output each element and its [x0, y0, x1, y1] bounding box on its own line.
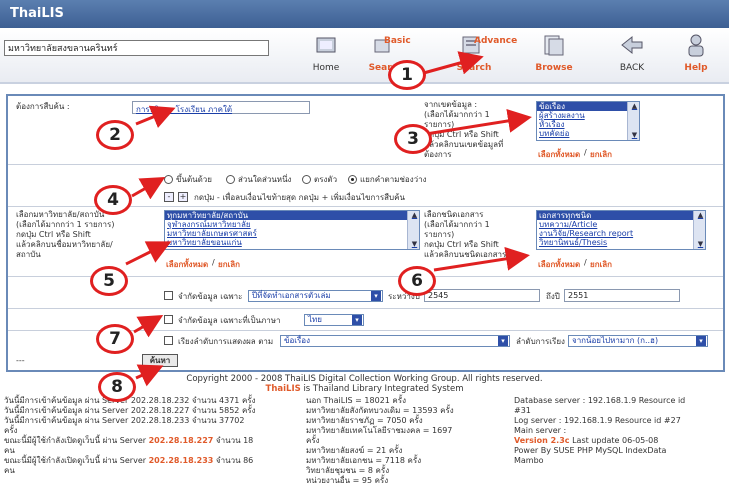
list-item[interactable]: วิทยานิพนธ์/Thesis	[537, 238, 705, 247]
list-item[interactable]: หัวเรื่อง	[537, 120, 639, 129]
annotation-marker-3: 3	[394, 124, 432, 154]
cancel-doc-types-link[interactable]: ยกเลิก	[590, 258, 612, 271]
help-person-icon	[688, 34, 704, 57]
browse-icon	[544, 35, 564, 56]
year-type-select[interactable]: ปีที่จัดทำเอกสารตัวเล่ม	[248, 290, 383, 302]
list-item[interactable]: บทคัดย่อ	[537, 129, 639, 138]
year-from-input[interactable]: 2545	[424, 289, 540, 302]
cancel-fields-link[interactable]: ยกเลิก	[590, 148, 612, 161]
footer-brand: ThaiLIS	[265, 384, 301, 394]
condition-hint: กดปุ่ม - เพื่อลบเงื่อนไขท้ายสุด กดปุ่ม +…	[194, 193, 405, 202]
list-item[interactable]: มหาวิทยาลัยเกษตรศาสตร์	[165, 229, 419, 238]
scrollbar[interactable]: ▲ ▼	[627, 102, 639, 140]
radio-label-4: แยกคำตามช่องว่าง	[360, 175, 427, 184]
cancel-institutions-link[interactable]: ยกเลิก	[218, 258, 240, 271]
field-label: จากเขตข้อมูล : (เลือกได้มากกว่า 1 รายการ…	[424, 100, 504, 159]
annotation-marker-7: 7	[96, 324, 134, 354]
scrollbar[interactable]: ▲ ▼	[407, 211, 419, 249]
add-condition-button[interactable]: +	[178, 192, 188, 202]
search-button[interactable]: ค้นหา	[142, 354, 178, 367]
radio-exact[interactable]	[302, 175, 311, 184]
annotation-marker-6: 6	[398, 266, 436, 296]
limit-year-label: จำกัดข้อมูล เฉพาะ	[178, 292, 243, 301]
radio-split-words[interactable]	[348, 175, 357, 184]
help-button[interactable]: Help	[670, 32, 722, 80]
select-all-doc-types-link[interactable]: เลือกทั้งหมด	[538, 258, 580, 271]
list-item[interactable]: งานวิจัย/Research report	[537, 229, 705, 238]
online-server-ip-2: 202.28.18.233	[148, 456, 214, 465]
divider	[8, 164, 723, 165]
server-info: Database server : 192.168.1.9 Resource i…	[514, 396, 686, 465]
sort-field-select[interactable]: ข้อเรื่อง	[280, 335, 510, 347]
search-label: ต้องการสืบค้น :	[16, 102, 70, 111]
sort-checkbox[interactable]	[164, 336, 173, 345]
to-year-label: ถึงปี	[546, 292, 560, 301]
back-button[interactable]: BACK	[606, 32, 658, 80]
browse-button[interactable]: Browse	[528, 32, 580, 80]
year-to-input[interactable]: 2551	[564, 289, 680, 302]
sort-label: เรียงลำดับการแสดงผล ตาม	[178, 337, 274, 346]
list-item[interactable]: จุฬาลงกรณ์มหาวิทยาลัย	[165, 220, 419, 229]
list-item[interactable]: ทุกมหาวิทยาลัย/สถาบัน	[165, 211, 419, 220]
institution-field[interactable]	[4, 40, 269, 56]
home-icon	[316, 37, 336, 53]
group-stats: นอก ThaiLIS = 18021 ครั้ง มหาวิทยาลัยสัง…	[306, 396, 454, 485]
slash-1: /	[584, 148, 587, 157]
back-arrow-icon	[621, 35, 643, 55]
help-label: Help	[684, 63, 708, 73]
version: Version 2.3c	[514, 436, 570, 445]
limit-year-checkbox[interactable]	[164, 291, 173, 300]
limit-language-checkbox[interactable]	[164, 315, 173, 324]
scrollbar[interactable]: ▲ ▼	[693, 211, 705, 249]
slash-3: /	[584, 258, 587, 267]
institution-label: เลือกมหาวิทยาลัย/สถาบัน (เลือกได้มากกว่า…	[16, 210, 115, 259]
app-title: ThaiLIS	[10, 6, 64, 21]
advance-search-label: Search	[456, 63, 492, 73]
divider	[8, 308, 723, 309]
doc-type-label: เลือกชนิดเอกสาร (เลือกได้มากกว่า 1 รายกา…	[424, 210, 507, 259]
list-item[interactable]: บทความ/Article	[537, 220, 705, 229]
advance-label: Advance	[474, 36, 518, 46]
list-item[interactable]: มหาวิทยาลัยขอนแก่น	[165, 238, 419, 247]
annotation-marker-2: 2	[96, 120, 134, 150]
home-label: Home	[312, 63, 340, 73]
annotation-marker-1: 1	[388, 60, 426, 90]
radio-partial[interactable]	[226, 175, 235, 184]
advance-search-button[interactable]: Advance Search	[448, 32, 518, 80]
radio-label-3: ตรงตัว	[314, 175, 338, 184]
list-item[interactable]: ผู้สร้างผลงาน	[537, 111, 639, 120]
institution-listbox[interactable]: ทุกมหาวิทยาลัย/สถาบัน จุฬาลงกรณ์มหาวิทยา…	[164, 210, 420, 250]
radio-starts-with[interactable]	[164, 175, 173, 184]
online-server-ip-1: 202.28.18.227	[148, 436, 214, 445]
annotation-marker-4: 4	[94, 185, 132, 215]
slash-2: /	[212, 258, 215, 267]
limit-language-label: จำกัดข้อมูล เฉพาะที่เป็นภาษา	[178, 316, 281, 325]
dashes: ---	[16, 356, 25, 365]
select-all-fields-link[interactable]: เลือกทั้งหมด	[538, 148, 580, 161]
title-bar: ThaiLIS	[0, 0, 729, 28]
search-input[interactable]: การบริหาร โรงเรียน ภาคใต้	[132, 101, 310, 114]
doc-type-listbox[interactable]: เอกสารทุกชนิด บทความ/Article งานวิจัย/Re…	[536, 210, 706, 250]
language-select[interactable]: ไทย	[304, 314, 364, 326]
radio-label-2: ส่วนใดส่วนหนึ่ง	[238, 175, 292, 184]
order-select[interactable]: จากน้อยไปหามาก (ก..ฮ)	[568, 335, 708, 347]
list-item[interactable]: ข้อเรื่อง	[537, 102, 639, 111]
order-label: ลำดับการเรียง	[516, 337, 565, 346]
field-listbox[interactable]: ข้อเรื่อง ผู้สร้างผลงาน หัวเรื่อง บทคัดย…	[536, 101, 640, 141]
annotation-marker-8: 8	[98, 372, 136, 402]
remove-condition-button[interactable]: -	[164, 192, 174, 202]
back-label: BACK	[619, 63, 645, 73]
footer-tagline: is Thailand Library Integrated System	[303, 384, 464, 394]
radio-label-1: ขึ้นต้นด้วย	[176, 175, 212, 184]
list-item[interactable]: เอกสารทุกชนิด	[537, 211, 705, 220]
select-all-institutions-link[interactable]: เลือกทั้งหมด	[166, 258, 208, 271]
browse-label: Browse	[535, 63, 573, 73]
basic-label: Basic	[384, 36, 411, 46]
home-button[interactable]: Home	[300, 32, 352, 80]
server-stats: วันนี้มีการเข้าค้นข้อมูล ผ่าน Server 202…	[4, 396, 256, 475]
annotation-marker-5: 5	[90, 266, 128, 296]
last-update: Last update 06-05-08	[572, 436, 659, 445]
